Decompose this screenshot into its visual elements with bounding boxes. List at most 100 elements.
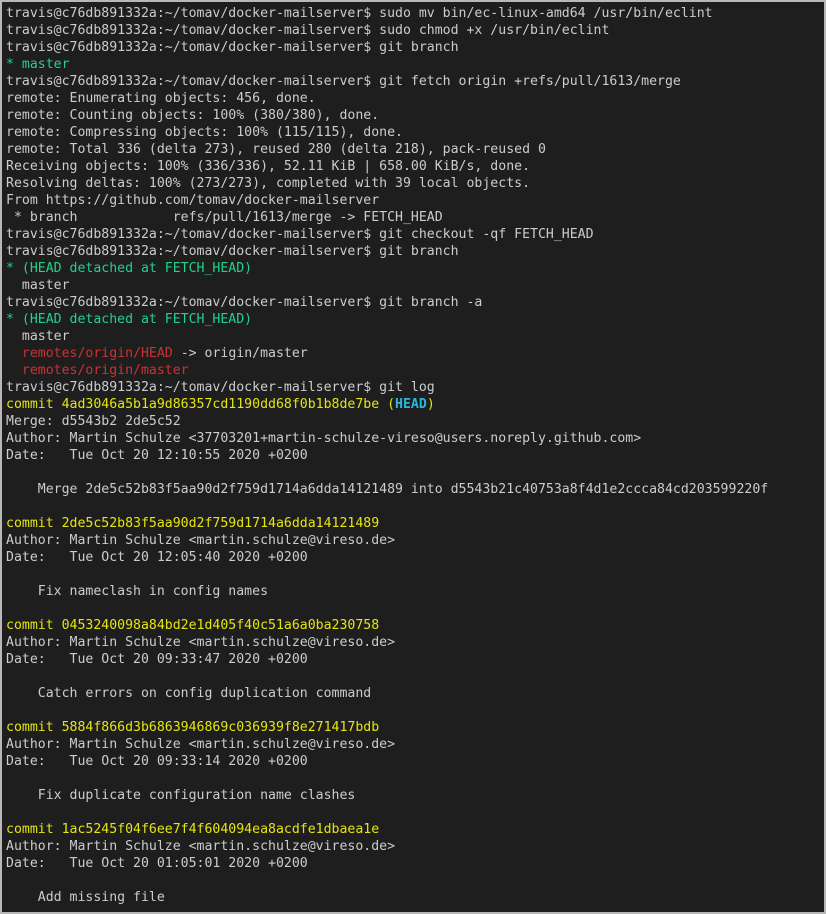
terminal-text-segment: * (HEAD detached at FETCH_HEAD) bbox=[6, 261, 253, 276]
terminal-line: master bbox=[6, 328, 822, 345]
terminal-text-segment: commit 1ac5245f04f6ee7f4f604094ea8acdfe1… bbox=[6, 822, 380, 837]
terminal-text-segment: remote: Enumerating objects: 456, done. bbox=[6, 91, 316, 106]
terminal-text-segment: Date: Tue Oct 20 12:10:55 2020 +0200 bbox=[6, 448, 308, 463]
terminal-text-segment: travis@c76db891332a:~/tomav/docker-mails… bbox=[6, 23, 610, 38]
terminal-text-segment: From https://github.com/tomav/docker-mai… bbox=[6, 193, 380, 208]
terminal-text-segment: remote: Counting objects: 100% (380/380)… bbox=[6, 108, 380, 123]
terminal-text-segment: Add missing file bbox=[6, 890, 165, 905]
terminal-line: travis@c76db891332a:~/tomav/docker-mails… bbox=[6, 73, 822, 90]
terminal-line: * (HEAD detached at FETCH_HEAD) bbox=[6, 311, 822, 328]
terminal-text-segment: Date: Tue Oct 20 09:33:14 2020 +0200 bbox=[6, 754, 308, 769]
terminal-text-segment: Merge: d5543b2 2de5c52 bbox=[6, 414, 181, 429]
terminal-text-segment: ) bbox=[426, 397, 435, 412]
terminal-text-segment: Fix duplicate configuration name clashes bbox=[6, 788, 356, 803]
terminal-text-segment: Date: Tue Oct 20 09:33:47 2020 +0200 bbox=[6, 652, 308, 667]
terminal-line: Fix nameclash in config names bbox=[6, 583, 822, 600]
terminal-line: Author: Martin Schulze <martin.schulze@v… bbox=[6, 532, 822, 549]
terminal-line: * master bbox=[6, 56, 822, 73]
terminal-text-segment: master bbox=[6, 329, 70, 344]
terminal-line: travis@c76db891332a:~/tomav/docker-mails… bbox=[6, 243, 822, 260]
terminal-line: travis@c76db891332a:~/tomav/docker-mails… bbox=[6, 294, 822, 311]
terminal-line: Fix duplicate configuration name clashes bbox=[6, 787, 822, 804]
terminal-line: Merge: d5543b2 2de5c52 bbox=[6, 413, 822, 430]
terminal-line: master bbox=[6, 277, 822, 294]
terminal-line: Date: Tue Oct 20 01:05:01 2020 +0200 bbox=[6, 855, 822, 872]
terminal-line: travis@c76db891332a:~/tomav/docker-mails… bbox=[6, 39, 822, 56]
terminal-text-segment: master bbox=[6, 278, 70, 293]
terminal-text-segment: travis@c76db891332a:~/tomav/docker-mails… bbox=[6, 380, 435, 395]
terminal-line: remotes/origin/master bbox=[6, 362, 822, 379]
terminal-line: remote: Total 336 (delta 273), reused 28… bbox=[6, 141, 822, 158]
terminal-line: travis@c76db891332a:~/tomav/docker-mails… bbox=[6, 226, 822, 243]
terminal-window[interactable]: travis@c76db891332a:~/tomav/docker-mails… bbox=[0, 0, 826, 914]
terminal-text-segment: commit 2de5c52b83f5aa90d2f759d1714a6dda1… bbox=[6, 516, 380, 531]
terminal-line: commit 2de5c52b83f5aa90d2f759d1714a6dda1… bbox=[6, 515, 822, 532]
terminal-line: Receiving objects: 100% (336/336), 52.11… bbox=[6, 158, 822, 175]
terminal-text-segment: Author: Martin Schulze <martin.schulze@v… bbox=[6, 839, 396, 854]
terminal-line: Author: Martin Schulze <37703201+martin-… bbox=[6, 430, 822, 447]
terminal-text-segment: travis@c76db891332a:~/tomav/docker-mails… bbox=[6, 74, 681, 89]
terminal-text-segment: Author: Martin Schulze <martin.schulze@v… bbox=[6, 533, 396, 548]
terminal-line: From https://github.com/tomav/docker-mai… bbox=[6, 192, 822, 209]
terminal-line: Author: Martin Schulze <martin.schulze@v… bbox=[6, 634, 822, 651]
terminal-line: * branch refs/pull/1613/merge -> FETCH_H… bbox=[6, 209, 822, 226]
terminal-text-segment: travis@c76db891332a:~/tomav/docker-mails… bbox=[6, 227, 594, 242]
terminal-line: Date: Tue Oct 20 09:33:47 2020 +0200 bbox=[6, 651, 822, 668]
terminal-line: Add missing file bbox=[6, 889, 822, 906]
terminal-line: Date: Tue Oct 20 09:33:14 2020 +0200 bbox=[6, 753, 822, 770]
terminal-line: commit 1ac5245f04f6ee7f4f604094ea8acdfe1… bbox=[6, 821, 822, 838]
terminal-text-segment: Author: Martin Schulze <martin.schulze@v… bbox=[6, 737, 396, 752]
terminal-text-segment: Receiving objects: 100% (336/336), 52.11… bbox=[6, 159, 531, 174]
terminal-text-segment: commit 5884f866d3b6863946869c036939f8e27… bbox=[6, 720, 380, 735]
terminal-text-segment: Date: Tue Oct 20 01:05:01 2020 +0200 bbox=[6, 856, 308, 871]
terminal-text-segment: HEAD bbox=[395, 397, 427, 412]
terminal-line: Date: Tue Oct 20 12:10:55 2020 +0200 bbox=[6, 447, 822, 464]
terminal-text-segment: commit 4ad3046a5b1a9d86357cd1190dd68f0b1… bbox=[6, 397, 396, 412]
terminal-text-segment: travis@c76db891332a:~/tomav/docker-mails… bbox=[6, 6, 713, 21]
terminal-text-segment: remote: Compressing objects: 100% (115/1… bbox=[6, 125, 403, 140]
terminal-text-segment: Fix nameclash in config names bbox=[6, 584, 269, 599]
terminal-line: commit 4ad3046a5b1a9d86357cd1190dd68f0b1… bbox=[6, 396, 822, 413]
terminal-text-segment: * (HEAD detached at FETCH_HEAD) bbox=[6, 312, 253, 327]
terminal-line: remote: Counting objects: 100% (380/380)… bbox=[6, 107, 822, 124]
terminal-line: travis@c76db891332a:~/tomav/docker-mails… bbox=[6, 5, 822, 22]
terminal-line: Date: Tue Oct 20 12:05:40 2020 +0200 bbox=[6, 549, 822, 566]
terminal-line: commit 0453240098a84bd2e1d405f40c51a6a0b… bbox=[6, 617, 822, 634]
terminal-line: travis@c76db891332a:~/tomav/docker-mails… bbox=[6, 379, 822, 396]
terminal-line: Author: Martin Schulze <martin.schulze@v… bbox=[6, 838, 822, 855]
terminal-line: commit 5884f866d3b6863946869c036939f8e27… bbox=[6, 719, 822, 736]
terminal-output: travis@c76db891332a:~/tomav/docker-mails… bbox=[6, 5, 822, 906]
terminal-line: remote: Enumerating objects: 456, done. bbox=[6, 90, 822, 107]
terminal-line: remotes/origin/HEAD -> origin/master bbox=[6, 345, 822, 362]
terminal-text-segment: remotes/origin/master bbox=[21, 363, 189, 378]
terminal-line: travis@c76db891332a:~/tomav/docker-mails… bbox=[6, 22, 822, 39]
terminal-line: Catch errors on config duplication comma… bbox=[6, 685, 822, 702]
terminal-text-segment: remotes/origin/HEAD bbox=[21, 346, 173, 361]
terminal-text-segment: Merge 2de5c52b83f5aa90d2f759d1714a6dda14… bbox=[6, 482, 769, 497]
terminal-text-segment: travis@c76db891332a:~/tomav/docker-mails… bbox=[6, 244, 459, 259]
terminal-line: Author: Martin Schulze <martin.schulze@v… bbox=[6, 736, 822, 753]
terminal-text-segment: commit 0453240098a84bd2e1d405f40c51a6a0b… bbox=[6, 618, 380, 633]
terminal-text-segment: Author: Martin Schulze <37703201+martin-… bbox=[6, 431, 642, 446]
terminal-text-segment: * branch refs/pull/1613/merge -> FETCH_H… bbox=[6, 210, 443, 225]
terminal-line: Resolving deltas: 100% (273/273), comple… bbox=[6, 175, 822, 192]
terminal-line: * (HEAD detached at FETCH_HEAD) bbox=[6, 260, 822, 277]
terminal-text-segment: -> origin/master bbox=[172, 346, 308, 361]
terminal-text-segment: travis@c76db891332a:~/tomav/docker-mails… bbox=[6, 295, 483, 310]
terminal-text-segment: remote: Total 336 (delta 273), reused 28… bbox=[6, 142, 546, 157]
terminal-line: remote: Compressing objects: 100% (115/1… bbox=[6, 124, 822, 141]
terminal-text-segment: Date: Tue Oct 20 12:05:40 2020 +0200 bbox=[6, 550, 308, 565]
terminal-text-segment: Author: Martin Schulze <martin.schulze@v… bbox=[6, 635, 396, 650]
terminal-text-segment: travis@c76db891332a:~/tomav/docker-mails… bbox=[6, 40, 459, 55]
terminal-text-segment: Catch errors on config duplication comma… bbox=[6, 686, 372, 701]
terminal-line: Merge 2de5c52b83f5aa90d2f759d1714a6dda14… bbox=[6, 481, 822, 498]
